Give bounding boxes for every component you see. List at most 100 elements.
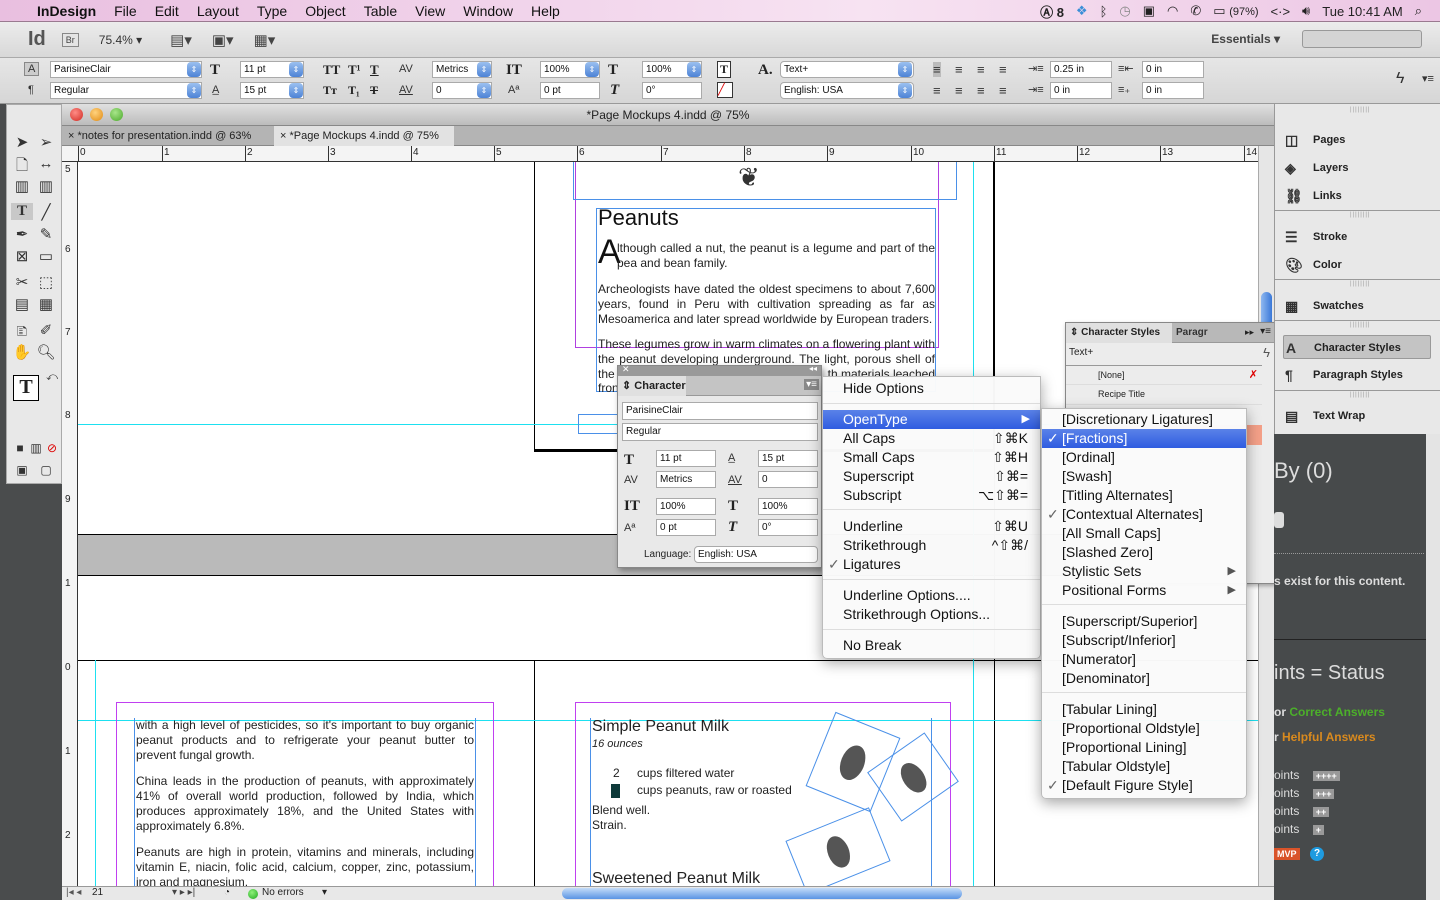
grip-icon[interactable]: ||||||||	[1350, 392, 1370, 398]
font-family-dropdown[interactable]: ⇕	[187, 62, 201, 77]
quick-apply-icon[interactable]: ϟ	[1396, 70, 1404, 88]
tab-notes-for-presentation[interactable]: × *notes for presentation.indd @ 63%	[62, 126, 272, 146]
opentype-item-contextual-alternates[interactable]: ✓ [Contextual Alternates]	[1042, 505, 1246, 524]
opentype-item-tabular-lining[interactable]: [Tabular Lining]	[1042, 700, 1246, 719]
opentype-item-stylistic-sets[interactable]: Stylistic Sets ▶	[1042, 562, 1246, 581]
last-line-indent-field[interactable]: 0 in	[1142, 82, 1204, 99]
rectangle-frame-tool-icon[interactable]: ⊠	[11, 247, 33, 265]
panel-pages[interactable]: ◫ Pages	[1283, 128, 1431, 152]
expand-panel-icon[interactable]: ▸▸	[1245, 327, 1254, 338]
grip-icon[interactable]: ||||||||	[1350, 107, 1370, 113]
eyedropper-tool-icon[interactable]: ✐	[35, 321, 57, 339]
tab-character-styles[interactable]: ⇕ Character Styles	[1066, 323, 1172, 343]
first-line-indent-field[interactable]: 0 in	[1050, 82, 1112, 99]
opentype-item-numerator[interactable]: [Numerator]	[1042, 650, 1246, 669]
page-nav-icons[interactable]: ▾ ▸ ▸|	[172, 887, 195, 898]
clock[interactable]: Tue 10:41 AM	[1322, 4, 1402, 19]
align-center-button[interactable]: ≡	[955, 62, 963, 77]
browser-scrollbar[interactable]	[1426, 434, 1440, 900]
menu-item-ligatures[interactable]: ✓ Ligatures	[823, 555, 1040, 574]
panel-font-size[interactable]: 11 pt	[656, 450, 716, 467]
type-tool-icon[interactable]: T	[11, 203, 33, 220]
swap-fill-stroke-icon[interactable]: ⤺	[41, 371, 63, 384]
menu-item-strikethrough[interactable]: Strikethrough ^⇧⌘/	[823, 536, 1040, 555]
align-towards-spine-button[interactable]: ≡	[999, 62, 1007, 77]
quick-apply-icon[interactable]: ϟ	[1263, 345, 1270, 360]
content-placer-icon[interactable]: ▥	[35, 177, 57, 195]
first-page-icon[interactable]: |◂ ◂	[66, 887, 81, 898]
menu-item-all-caps[interactable]: All Caps ⇧⌘K	[823, 429, 1040, 448]
opentype-item-proportional-oldstyle[interactable]: [Proportional Oldstyle]	[1042, 719, 1246, 738]
panel-kerning[interactable]: Metrics	[656, 471, 716, 488]
ingredient-2-qty-selected[interactable]	[611, 784, 620, 798]
horizontal-scroll-thumb[interactable]	[562, 888, 962, 899]
subscript-button[interactable]: T₁	[348, 83, 360, 98]
panel-swatches[interactable]: ▦ Swatches	[1283, 294, 1431, 318]
align-right-button[interactable]: ≡	[977, 62, 985, 77]
workspace-switcher[interactable]: Essentials ▾	[1211, 32, 1280, 46]
plant-illustration[interactable]: ❦	[738, 162, 760, 193]
arrange-documents-icon[interactable]: ▦▾	[254, 31, 276, 49]
menu-object[interactable]: Object	[296, 3, 354, 19]
panel-drag-bar[interactable]: ✕ ◂◂	[618, 364, 821, 376]
tab-paragraph-styles[interactable]: Paragr	[1176, 323, 1208, 343]
preflight-status[interactable]: No errors	[262, 887, 304, 898]
preview-mode-icon[interactable]: ▢	[35, 463, 57, 477]
opentype-item-discretionary-ligatures[interactable]: [Discretionary Ligatures]	[1042, 410, 1246, 429]
helpful-answers-link[interactable]: Helpful Answers	[1282, 730, 1376, 744]
underline-button[interactable]: T	[370, 62, 379, 78]
opentype-item-swash[interactable]: [Swash]	[1042, 467, 1246, 486]
horizontal-ruler[interactable]: 0 1 2 3 4 5 6 7 8 9 10 11 12 13 14	[62, 146, 1258, 162]
menu-item-underline-options[interactable]: Underline Options....	[823, 586, 1040, 605]
battery-icon[interactable]: ▭ (97%)	[1213, 3, 1258, 19]
gradient-swatch-tool-icon[interactable]: ▤	[11, 295, 33, 313]
opentype-item-default-figure-style[interactable]: ✓ [Default Figure Style]	[1042, 776, 1246, 795]
opentype-item-proportional-lining[interactable]: [Proportional Lining]	[1042, 738, 1246, 757]
strikethrough-button[interactable]: T	[370, 83, 378, 98]
fill-swatch-icon[interactable]: T	[13, 375, 39, 401]
panel-color[interactable]: 🎨︎ Color	[1283, 253, 1431, 277]
font-style-field[interactable]: Regular	[50, 82, 202, 99]
gradient-feather-tool-icon[interactable]: ▦	[35, 295, 57, 313]
help-search-input[interactable]	[1302, 30, 1422, 48]
apply-none-icon[interactable]: ⊘	[41, 441, 63, 455]
panel-paragraph-styles[interactable]: ¶ Paragraph Styles	[1283, 363, 1431, 387]
opentype-item-titling-alternates[interactable]: [Titling Alternates]	[1042, 486, 1246, 505]
volume-icon[interactable]: 🔊︎	[1302, 3, 1310, 19]
view-options-icon[interactable]: ▤▾	[170, 31, 192, 49]
menu-table[interactable]: Table	[355, 3, 406, 19]
grip-icon[interactable]: ||||||||	[1350, 322, 1370, 328]
menu-edit[interactable]: Edit	[146, 3, 188, 19]
content-collector-icon[interactable]: ▥	[11, 177, 33, 195]
character-mode-icon[interactable]: A	[24, 62, 40, 76]
font-style-dropdown[interactable]: ⇕	[187, 83, 201, 98]
justify-center-button[interactable]: ≡	[955, 83, 963, 98]
adobe-updates-icon[interactable]: Ⓐ 8	[1040, 2, 1064, 21]
menu-item-subscript[interactable]: Subscript ⌥⇧⌘=	[823, 486, 1040, 505]
menu-type[interactable]: Type	[248, 3, 296, 19]
opentype-item-denominator[interactable]: [Denominator]	[1042, 669, 1246, 688]
menu-help[interactable]: Help	[522, 3, 569, 19]
panel-font-style[interactable]: Regular	[622, 423, 818, 441]
left-indent-field[interactable]: 0.25 in	[1050, 61, 1112, 78]
image-frame[interactable]	[573, 162, 957, 200]
screen-mode-icon[interactable]: ▣▾	[212, 31, 234, 49]
menu-item-underline[interactable]: Underline ⇧⌘U	[823, 517, 1040, 536]
grip-icon[interactable]: ||||||||	[1350, 281, 1370, 287]
bridge-button[interactable]: Br	[61, 32, 79, 47]
opentype-item-superscript-superior[interactable]: [Superscript/Superior]	[1042, 612, 1246, 631]
menu-item-hide-options[interactable]: Hide Options	[823, 379, 1040, 398]
menu-view[interactable]: View	[406, 3, 454, 19]
collapse-panel-icon[interactable]: ◂◂	[809, 364, 817, 373]
menu-item-small-caps[interactable]: Small Caps ⇧⌘H	[823, 448, 1040, 467]
panel-language[interactable]: English: USA	[694, 546, 818, 563]
menu-file[interactable]: File	[105, 3, 146, 19]
tracking-dropdown[interactable]: ⇕	[477, 83, 491, 98]
justify-all-button[interactable]: ≡	[999, 83, 1007, 98]
pencil-tool-icon[interactable]: ✎	[35, 225, 57, 243]
font-family-field[interactable]: ParisineClair	[50, 61, 202, 78]
hand-tool-icon[interactable]: ✋	[11, 343, 33, 361]
selection-tool-icon[interactable]: ➤	[11, 133, 33, 151]
spotlight-icon[interactable]: ⌕	[1415, 3, 1422, 19]
opentype-item-ordinal[interactable]: [Ordinal]	[1042, 448, 1246, 467]
